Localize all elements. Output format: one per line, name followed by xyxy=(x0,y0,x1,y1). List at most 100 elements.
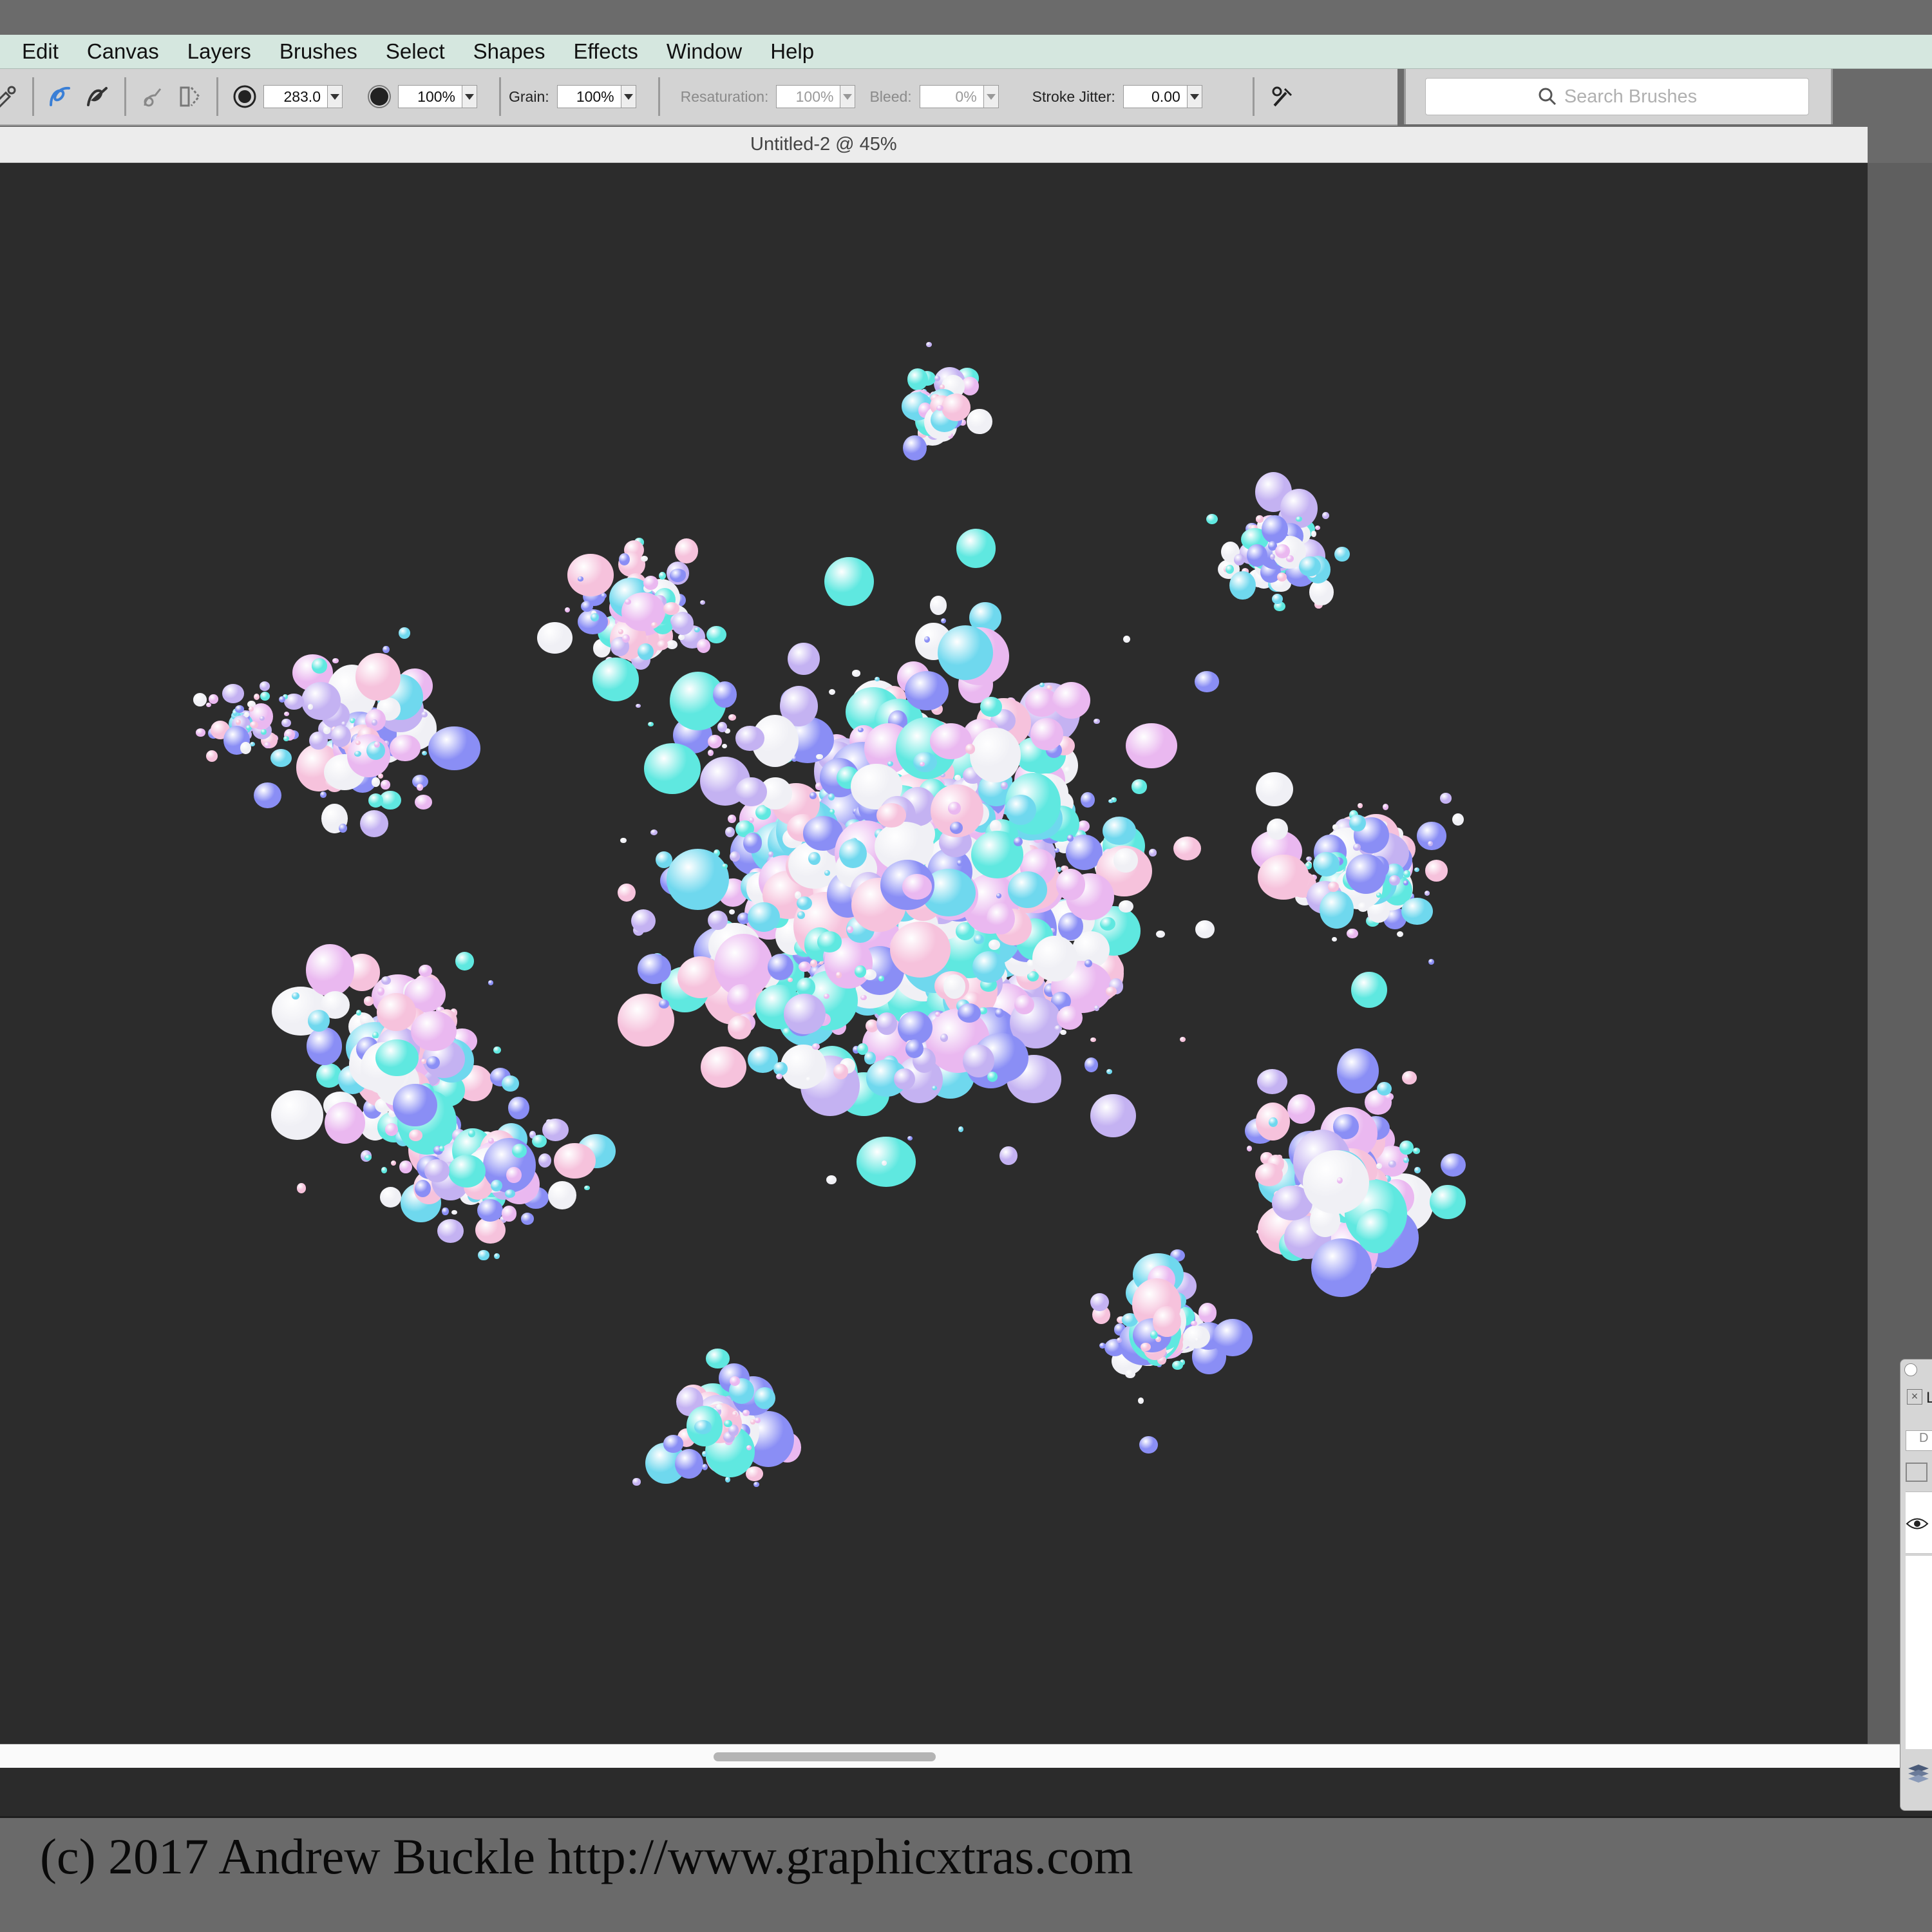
paint-bubble xyxy=(1358,802,1363,809)
toolbar-separator xyxy=(658,77,660,116)
paint-bubble xyxy=(1347,929,1358,939)
menu-edit[interactable]: Edit xyxy=(22,39,59,64)
paint-bubble xyxy=(874,677,880,682)
paint-bubble xyxy=(292,992,299,999)
paint-bubble xyxy=(620,837,627,844)
resaturation-control: Resaturation: 100% xyxy=(681,85,856,108)
paint-bubble xyxy=(235,719,242,725)
menu-layers[interactable]: Layers xyxy=(187,39,251,64)
paint-bubble xyxy=(970,728,1021,782)
bleed-dropdown-icon[interactable] xyxy=(983,85,999,108)
opacity-dropdown-icon[interactable] xyxy=(462,85,477,108)
layer-lock-icon[interactable] xyxy=(1906,1463,1927,1482)
menu-help[interactable]: Help xyxy=(770,39,814,64)
paint-bubble xyxy=(938,625,993,681)
paint-bubble xyxy=(1311,531,1317,537)
paint-bubble xyxy=(941,393,971,421)
menu-canvas[interactable]: Canvas xyxy=(87,39,159,64)
paint-bubble xyxy=(356,1009,362,1016)
resaturation-dropdown-icon[interactable] xyxy=(840,85,856,108)
grain-field[interactable]: 100% xyxy=(556,85,621,108)
paint-bubble xyxy=(506,1167,522,1184)
bleed-field[interactable]: 0% xyxy=(919,85,984,108)
paint-bubble xyxy=(307,1009,330,1032)
paint-bubble xyxy=(929,596,947,615)
paint-bubble xyxy=(905,1039,924,1058)
brush-settings-icon[interactable] xyxy=(1267,82,1297,111)
menu-shapes[interactable]: Shapes xyxy=(473,39,545,64)
paint-bubble xyxy=(1052,682,1091,719)
paint-bubble xyxy=(377,992,417,1031)
paint-bubble xyxy=(1099,916,1115,931)
paint-bubble xyxy=(270,1090,324,1140)
paint-bubble xyxy=(205,750,218,762)
layer-blend-mode[interactable]: D xyxy=(1906,1430,1932,1451)
clone-tool-icon[interactable] xyxy=(175,82,205,111)
paint-bubble xyxy=(421,1059,427,1064)
paint-bubble xyxy=(1126,723,1178,768)
paint-bubble xyxy=(852,670,860,677)
paint-bubble xyxy=(505,1189,516,1198)
eye-icon[interactable] xyxy=(1906,1517,1929,1534)
close-icon[interactable]: × xyxy=(1907,1389,1922,1405)
paint-bubble xyxy=(637,643,654,660)
paint-bubble xyxy=(1346,853,1386,895)
paint-bubble xyxy=(913,752,937,773)
paint-bubble xyxy=(1332,936,1338,942)
layers-stack-icon[interactable] xyxy=(1906,1762,1931,1787)
paint-bubble xyxy=(1441,1153,1466,1177)
paint-bubble xyxy=(1401,898,1433,925)
copyright-caption: (c) 2017 Andrew Buckle http://www.graphi… xyxy=(40,1828,1133,1884)
freehand-stroke-icon[interactable] xyxy=(46,82,75,111)
paint-bubble xyxy=(1268,1117,1278,1128)
straight-line-stroke-icon[interactable] xyxy=(83,82,113,111)
paint-bubble xyxy=(261,729,267,735)
panel-grip-icon[interactable] xyxy=(1904,1363,1917,1376)
paint-bubble xyxy=(439,1146,444,1151)
paint-bubble xyxy=(1056,869,1086,901)
paint-bubble xyxy=(929,723,972,759)
layers-panel-tab[interactable]: L xyxy=(1926,1389,1932,1407)
paint-bubble xyxy=(1255,1162,1283,1187)
stroke-jitter-dropdown-icon[interactable] xyxy=(1187,85,1202,108)
paint-bubble xyxy=(707,750,714,757)
menu-window[interactable]: Window xyxy=(667,39,742,64)
size-field[interactable]: 283.0 xyxy=(263,85,328,108)
menu-select[interactable]: Select xyxy=(386,39,445,64)
menu-effects[interactable]: Effects xyxy=(574,39,638,64)
stroke-jitter-field[interactable]: 0.00 xyxy=(1122,85,1188,108)
paint-bubble xyxy=(324,1101,366,1144)
paint-bubble xyxy=(307,703,313,710)
paint-bubble xyxy=(1414,1166,1421,1174)
paint-bubble xyxy=(1233,554,1245,566)
horizontal-scrollbar[interactable] xyxy=(0,1744,1906,1768)
grain-dropdown-icon[interactable] xyxy=(621,85,636,108)
paint-bubble xyxy=(735,777,767,806)
paint-bubble xyxy=(824,869,830,876)
layers-list-area xyxy=(1906,1556,1932,1749)
paint-bubble xyxy=(195,728,205,737)
scrollbar-thumb[interactable] xyxy=(714,1752,936,1761)
document-canvas[interactable] xyxy=(0,163,1868,1744)
paint-bubble xyxy=(1332,824,1338,830)
paint-bubble xyxy=(281,718,291,728)
paint-bubble xyxy=(987,903,1016,935)
size-dropdown-icon[interactable] xyxy=(328,85,343,108)
paint-bubble xyxy=(1350,971,1388,1009)
paint-bubble xyxy=(810,792,817,799)
paint-bubble xyxy=(537,622,573,654)
stroke-jitter-label: Stroke Jitter: xyxy=(1032,88,1115,105)
paint-bubble xyxy=(903,435,927,461)
paint-bubble xyxy=(491,1179,502,1191)
paint-bubble xyxy=(564,607,570,612)
brush-ghost-icon[interactable] xyxy=(138,82,167,111)
resaturation-field[interactable]: 100% xyxy=(776,85,841,108)
paint-bubble xyxy=(451,1209,457,1215)
menu-brushes[interactable]: Brushes xyxy=(279,39,357,64)
paint-bubble xyxy=(728,815,736,824)
brush-tool-icon[interactable] xyxy=(0,82,21,111)
paint-bubble xyxy=(947,801,961,815)
paint-bubble xyxy=(264,742,271,748)
brush-search-input[interactable]: Search Brushes xyxy=(1425,78,1809,115)
opacity-field[interactable]: 100% xyxy=(398,85,462,108)
